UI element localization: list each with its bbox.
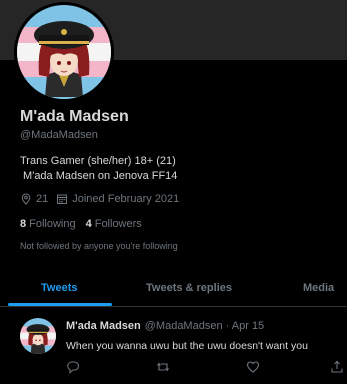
profile-bio: Trans Gamer (she/her) 18+ (21) M'ada Mad… <box>20 154 177 184</box>
profile-name: M'ada Madsen <box>20 108 129 125</box>
follow-stats: 8 Following 4 Followers <box>20 218 142 230</box>
tab-tweets[interactable]: Tweets <box>41 282 77 294</box>
tab-tweets-and-replies[interactable]: Tweets & replies <box>146 282 232 294</box>
profile-location: 21 <box>36 193 49 205</box>
followers-label: Followers <box>94 218 142 230</box>
tweet-avatar[interactable] <box>20 318 56 354</box>
avatar-anime-girl-cap-icon <box>20 318 56 354</box>
followers-link[interactable]: 4 Followers <box>86 218 142 230</box>
tweet-author-name[interactable]: M'ada Madsen <box>66 320 141 332</box>
tweet-text: When you wanna uwu but the uwu doesn't w… <box>66 340 308 352</box>
profile-joined: Joined February 2021 <box>72 193 180 205</box>
profile-handle: @MadaMadsen <box>20 129 98 141</box>
avatar-anime-girl-cap-icon <box>17 5 111 99</box>
tabs-divider <box>0 306 347 307</box>
calendar-icon <box>57 194 68 204</box>
tweet-header: M'ada Madsen @MadaMadsen · Apr 15 <box>66 320 264 332</box>
share-icon[interactable] <box>330 360 344 374</box>
reply-icon[interactable] <box>66 360 80 374</box>
bio-line-2: M'ada Madsen on Jenova FF14 <box>20 170 178 182</box>
retweet-icon[interactable] <box>156 360 170 374</box>
bio-line-1: Trans Gamer (she/her) 18+ (21) <box>20 155 176 167</box>
followers-count: 4 <box>85 218 92 230</box>
tweet-actions <box>0 360 347 378</box>
tweet-date[interactable]: Apr 15 <box>232 320 264 332</box>
following-count: 8 <box>20 218 27 230</box>
profile-meta: 21 Joined February 2021 <box>20 193 179 205</box>
tweet-author-handle[interactable]: @MadaMadsen <box>145 320 223 332</box>
like-heart-icon[interactable] <box>246 360 260 374</box>
tweet-separator: · <box>225 320 230 332</box>
profile-tabs: Tweets Tweets & replies Media <box>0 270 347 306</box>
not-followed-note: Not followed by anyone you're following <box>20 241 178 251</box>
tab-media[interactable]: Media <box>303 282 334 294</box>
profile-avatar[interactable] <box>14 2 114 102</box>
following-label: Following <box>29 218 76 230</box>
following-link[interactable]: 8 Following <box>20 218 76 230</box>
location-pin-icon <box>21 193 31 205</box>
